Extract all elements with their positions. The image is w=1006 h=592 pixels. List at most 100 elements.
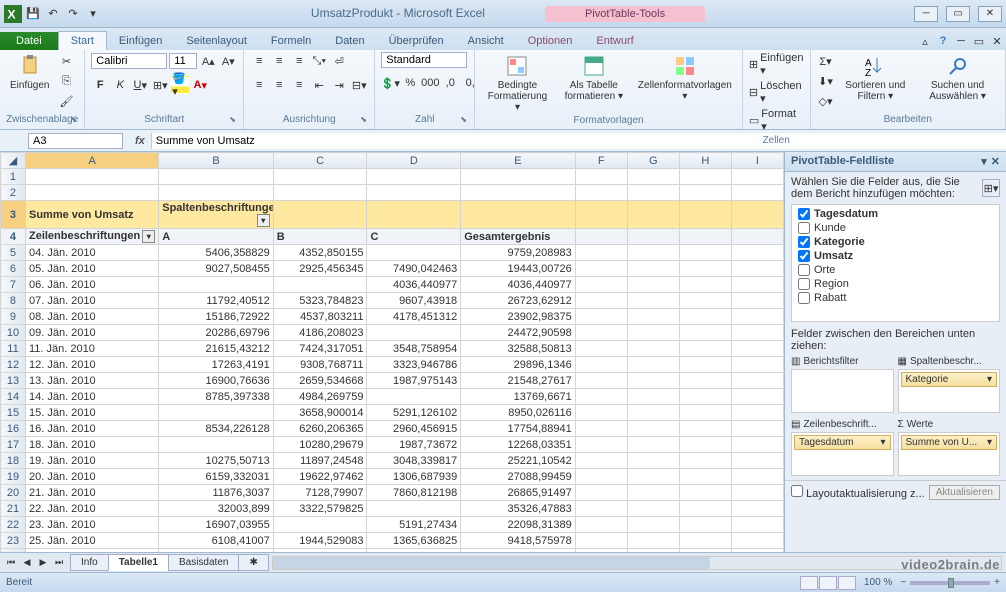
cell[interactable] xyxy=(273,169,367,185)
filter-button[interactable]: ▾ xyxy=(257,214,270,227)
copy-icon[interactable]: ⎘ xyxy=(57,72,75,90)
cell[interactable] xyxy=(731,293,783,309)
cell[interactable]: 22098,31389 xyxy=(461,517,576,533)
cell[interactable] xyxy=(575,341,627,357)
cell[interactable] xyxy=(731,533,783,549)
cell[interactable] xyxy=(367,169,461,185)
cell[interactable]: 15. Jän. 2010 xyxy=(25,405,158,421)
currency-icon[interactable]: 💲▾ xyxy=(381,74,399,92)
cell[interactable] xyxy=(273,185,367,201)
cell[interactable] xyxy=(159,277,274,293)
cell[interactable] xyxy=(627,469,679,485)
align-right-icon[interactable]: ≡ xyxy=(290,76,308,94)
cell[interactable]: 1306,687939 xyxy=(367,469,461,485)
align-bottom-icon[interactable]: ≡ xyxy=(290,52,308,70)
cell[interactable] xyxy=(731,437,783,453)
cell[interactable]: 25. Jän. 2010 xyxy=(25,533,158,549)
cell[interactable] xyxy=(367,185,461,201)
name-box[interactable] xyxy=(28,133,123,149)
cell[interactable]: 1987,73672 xyxy=(367,437,461,453)
view-break-icon[interactable] xyxy=(838,576,856,590)
tab-data[interactable]: Daten xyxy=(323,32,376,50)
cell[interactable] xyxy=(679,229,731,245)
cell[interactable]: 3323,946786 xyxy=(367,357,461,373)
cell[interactable] xyxy=(731,229,783,245)
row-header[interactable]: 12 xyxy=(1,357,26,373)
cell[interactable] xyxy=(731,277,783,293)
cell[interactable] xyxy=(627,201,679,229)
wrap-text-icon[interactable]: ⏎ xyxy=(330,52,348,70)
col-header-B[interactable]: B xyxy=(159,153,274,169)
defer-layout-checkbox[interactable]: Layoutaktualisierung z... xyxy=(791,485,925,500)
cell[interactable]: 18. Jän. 2010 xyxy=(25,437,158,453)
cell[interactable] xyxy=(575,169,627,185)
bold-button[interactable]: F xyxy=(91,76,109,94)
cell[interactable]: 8950,026116 xyxy=(461,405,576,421)
close-button[interactable]: ✕ xyxy=(978,6,1002,22)
cell[interactable]: 11897,24548 xyxy=(273,453,367,469)
sheet-tab-info[interactable]: Info xyxy=(70,554,109,571)
cell[interactable]: Summe von Umsatz xyxy=(25,201,158,229)
cell[interactable]: 9308,768711 xyxy=(273,357,367,373)
cell[interactable] xyxy=(575,325,627,341)
row-header[interactable]: 1 xyxy=(1,169,26,185)
cell[interactable]: 29896,1346 xyxy=(461,357,576,373)
insert-cells-button[interactable]: ⊞ Einfügen ▾ xyxy=(749,52,804,77)
cell[interactable]: 09. Jän. 2010 xyxy=(25,325,158,341)
font-color-icon[interactable]: A▾ xyxy=(191,76,209,94)
col-header-A[interactable]: A xyxy=(25,153,158,169)
cell[interactable] xyxy=(575,437,627,453)
cell[interactable]: 10280,29679 xyxy=(273,437,367,453)
cell[interactable]: 35326,47883 xyxy=(461,501,576,517)
cell[interactable]: 19443,00726 xyxy=(461,261,576,277)
tab-insert[interactable]: Einfügen xyxy=(107,32,174,50)
row-header[interactable]: 6 xyxy=(1,261,26,277)
cell[interactable] xyxy=(731,373,783,389)
cell[interactable] xyxy=(731,357,783,373)
cell[interactable] xyxy=(627,341,679,357)
field-kunde[interactable]: Kunde xyxy=(798,221,993,235)
cell[interactable] xyxy=(679,501,731,517)
filter-area-box[interactable] xyxy=(791,369,894,413)
cell[interactable]: 21548,27617 xyxy=(461,373,576,389)
cell[interactable]: 26. Jän. 2010 xyxy=(25,549,158,553)
cell[interactable]: 5406,358829 xyxy=(159,245,274,261)
cell[interactable]: 15186,72922 xyxy=(159,309,274,325)
select-all[interactable]: ◢ xyxy=(1,153,26,169)
cell[interactable]: 04. Jän. 2010 xyxy=(25,245,158,261)
cell[interactable]: 2960,456915 xyxy=(367,421,461,437)
col-header-I[interactable]: I xyxy=(731,153,783,169)
cell[interactable]: 7128,79907 xyxy=(273,485,367,501)
row-header[interactable]: 21 xyxy=(1,501,26,517)
row-header[interactable]: 7 xyxy=(1,277,26,293)
doc-minimize-icon[interactable]: ─ xyxy=(952,32,970,50)
horizontal-scrollbar[interactable] xyxy=(272,556,1002,570)
cell[interactable]: 11876,3037 xyxy=(159,485,274,501)
cell[interactable] xyxy=(731,421,783,437)
cell[interactable] xyxy=(679,389,731,405)
cell[interactable] xyxy=(679,469,731,485)
cell[interactable]: Zeilenbeschriftungen▾ xyxy=(25,229,158,245)
row-header[interactable]: 15 xyxy=(1,405,26,421)
cell[interactable]: 12268,03351 xyxy=(461,437,576,453)
cell[interactable]: 19622,97462 xyxy=(273,469,367,485)
cell[interactable]: 24125,12027 xyxy=(461,549,576,553)
cell[interactable]: 20. Jän. 2010 xyxy=(25,469,158,485)
cell[interactable]: 3658,900014 xyxy=(273,405,367,421)
row-header[interactable]: 5 xyxy=(1,245,26,261)
grow-font-icon[interactable]: A▴ xyxy=(199,52,217,70)
field-list-box[interactable]: TagesdatumKundeKategorieUmsatzOrteRegion… xyxy=(791,204,1000,322)
cell[interactable] xyxy=(627,421,679,437)
tab-home[interactable]: Start xyxy=(58,31,107,50)
shrink-font-icon[interactable]: A▾ xyxy=(219,52,237,70)
indent-dec-icon[interactable]: ⇤ xyxy=(310,76,328,94)
row-header[interactable]: 17 xyxy=(1,437,26,453)
col-header-D[interactable]: D xyxy=(367,153,461,169)
zoom-slider[interactable] xyxy=(910,581,990,585)
save-icon[interactable]: 💾 xyxy=(24,5,42,23)
row-header[interactable]: 4 xyxy=(1,229,26,245)
cell[interactable] xyxy=(627,373,679,389)
row-header[interactable]: 2 xyxy=(1,185,26,201)
undo-icon[interactable]: ↶ xyxy=(44,5,62,23)
row-header[interactable]: 8 xyxy=(1,293,26,309)
